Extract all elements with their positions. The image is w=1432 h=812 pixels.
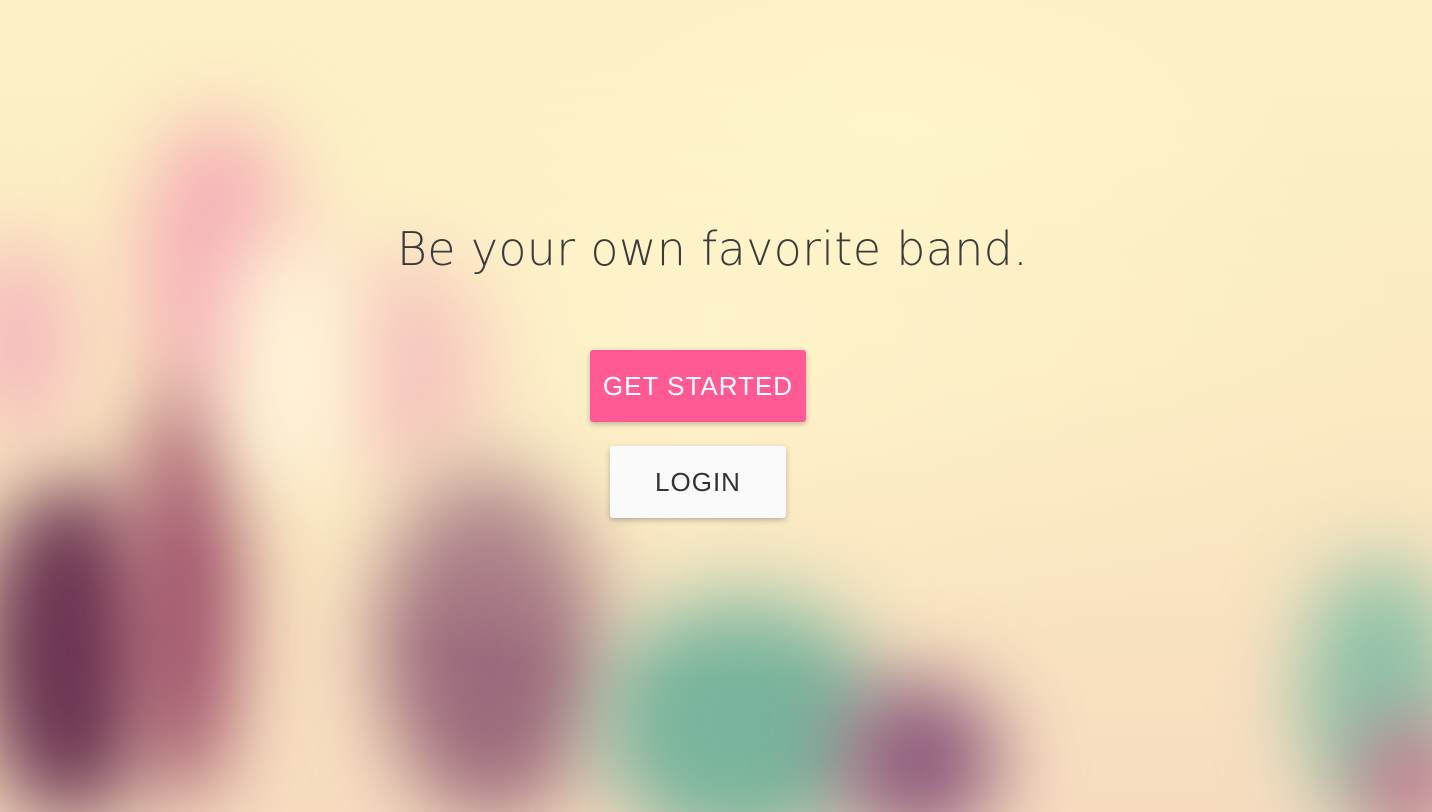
- hero-headline: Be your own favorite band.: [396, 222, 1029, 276]
- get-started-button[interactable]: GET STARTED: [590, 350, 806, 422]
- login-button[interactable]: LOGIN: [610, 446, 786, 518]
